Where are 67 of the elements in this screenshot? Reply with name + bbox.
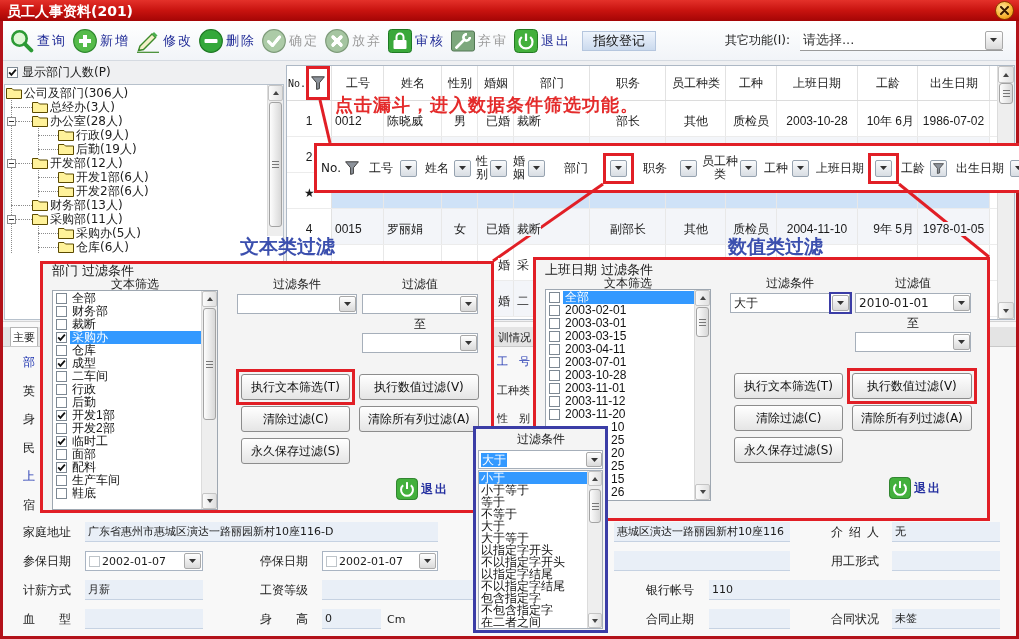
table-cell: 已婚 — [486, 221, 510, 236]
field-label: 用工形式 — [831, 552, 879, 570]
row-number: 1 — [305, 113, 313, 128]
field-label: 血 型 — [23, 610, 71, 628]
row-number: ★ — [303, 185, 315, 200]
field-label: 身 高 — [260, 610, 308, 628]
field-label: 银行帐号 — [646, 581, 694, 599]
table-cell: 0015 — [335, 221, 362, 236]
table-cell: 1986-07-02 — [922, 113, 985, 128]
field-label: 合同止期 — [646, 610, 694, 628]
table-cell: 部长 — [615, 113, 640, 128]
field-label: 合同状况 — [831, 610, 879, 628]
field-label: 介绍人 — [831, 523, 879, 541]
column-label: 过滤值 — [894, 277, 932, 289]
column-label: 文本筛选 — [111, 278, 160, 290]
table-cell: 陈晓威 — [387, 113, 423, 128]
table-cell: 男 — [453, 113, 466, 128]
field-label: 工 号 — [497, 356, 530, 369]
table-cell: 已婚 — [486, 113, 510, 128]
dialog-title: 上班日期 过滤条件 — [544, 263, 654, 277]
field-label: 身 — [23, 413, 36, 426]
field-label: 工种类 — [497, 384, 530, 397]
table-cell: 1978-01-05 — [922, 221, 985, 236]
field-label: 计薪方式 — [23, 581, 71, 599]
table-cell: 10年 6月 — [866, 113, 914, 128]
window-title: 员工人事资料(201) — [7, 2, 134, 19]
unit-label: Cm — [387, 612, 406, 626]
field-label: 部 — [23, 356, 36, 369]
table-cell: 女 — [453, 221, 466, 236]
combo-value: 大于 — [481, 452, 507, 467]
table-cell: 裁断 — [517, 113, 541, 128]
table-cell: 婚 — [498, 257, 510, 272]
field-label: 性 别 — [497, 413, 530, 426]
table-cell: 质检员 — [733, 221, 769, 236]
row-number: 4 — [305, 221, 313, 236]
column-label: 过滤值 — [401, 278, 439, 290]
column-label: 过滤条件 — [272, 278, 322, 290]
select-label: 其它功能(I): — [725, 32, 790, 49]
annotation-text: 文本类过滤 — [240, 237, 335, 256]
table-cell: 9年 5月 — [873, 221, 914, 236]
field-label: 民 — [23, 441, 36, 454]
table-cell: 2003-10-28 — [786, 113, 848, 128]
table-cell: 2004-11-10 — [786, 221, 848, 236]
field-label: 宿 — [23, 498, 36, 511]
table-cell: 副部长 — [609, 221, 646, 236]
table-cell: 罗丽娟 — [387, 221, 423, 236]
table-cell: 质检员 — [733, 113, 769, 128]
field-label: 家庭地址 — [23, 523, 71, 541]
field-label: 停保日期 — [260, 552, 308, 570]
field-label: 上 — [23, 470, 36, 483]
annotation-text: 数值类过滤 — [728, 237, 823, 256]
menu-title: 过滤条件 — [515, 432, 566, 446]
table-cell: 其他 — [683, 113, 708, 128]
table-cell: 其他 — [683, 221, 708, 236]
column-label: 过滤条件 — [765, 277, 815, 289]
field-label: 参保日期 — [23, 552, 71, 570]
table-cell: 采 — [517, 257, 529, 272]
column-label: 文本筛选 — [604, 277, 652, 289]
table-cell: 婚 — [498, 293, 510, 308]
range-label: 至 — [906, 317, 920, 330]
table-cell: 二 — [517, 293, 529, 308]
dialog-title: 部门 过滤条件 — [51, 264, 135, 278]
field-label: 英 — [23, 384, 36, 397]
range-label: 至 — [413, 318, 427, 331]
table-cell: 裁断 — [517, 221, 541, 236]
row-number: 2 — [305, 149, 313, 164]
field-label: 工资等级 — [260, 581, 308, 599]
